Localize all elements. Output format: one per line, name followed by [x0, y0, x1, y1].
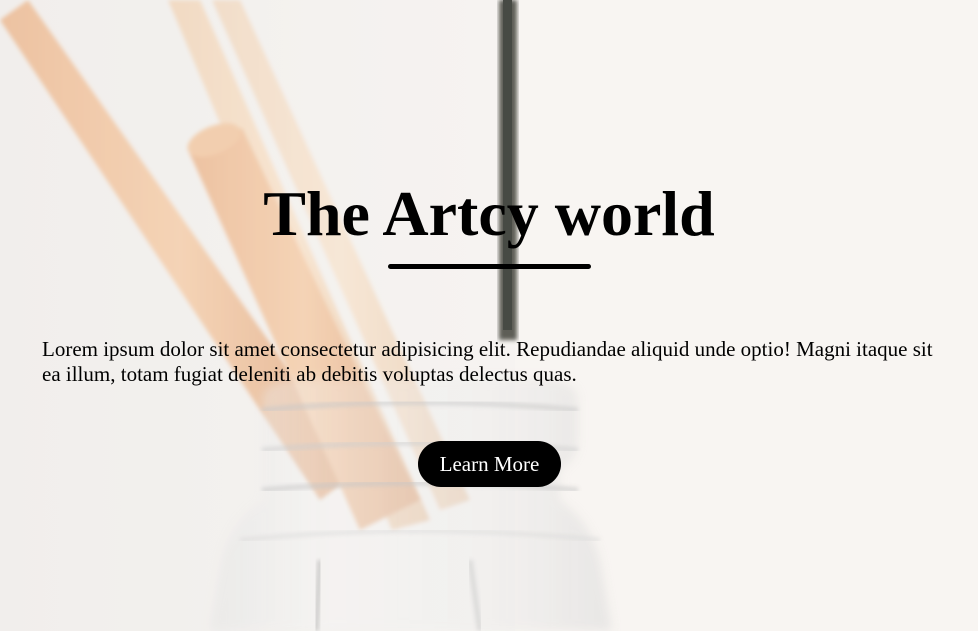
- hero-section: The Artcy world Lorem ipsum dolor sit am…: [0, 0, 978, 631]
- hero-content: The Artcy world Lorem ipsum dolor sit am…: [0, 0, 978, 631]
- hero-title: The Artcy world: [263, 178, 715, 249]
- learn-more-button[interactable]: Learn More: [418, 441, 561, 487]
- hero-description: Lorem ipsum dolor sit amet consectetur a…: [42, 337, 933, 386]
- title-underline: [388, 264, 591, 269]
